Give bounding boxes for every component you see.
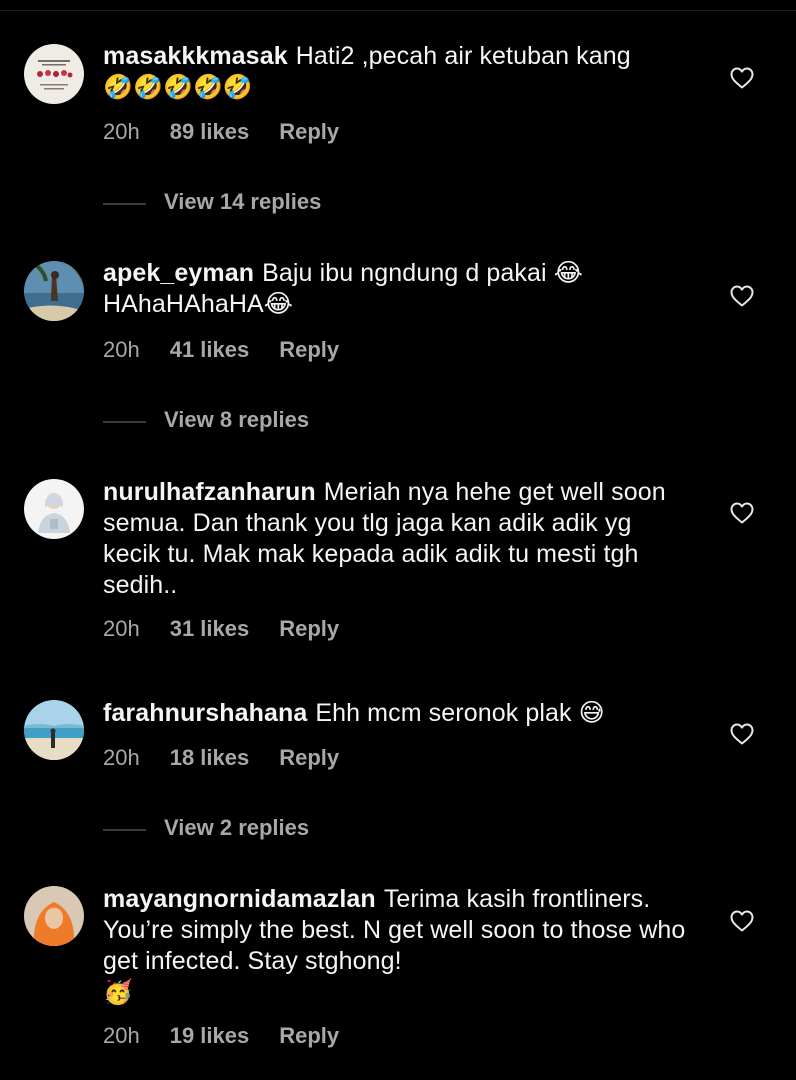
comment-emoji-line: 🥳 (103, 978, 133, 1006)
heart-outline-icon[interactable] (730, 910, 754, 932)
heart-outline-icon[interactable] (730, 723, 754, 745)
comment-text: Hati2 ,pecah air ketuban kang (295, 42, 631, 70)
heart-outline-icon[interactable] (730, 502, 754, 524)
replies-divider (103, 828, 146, 831)
reply-button[interactable]: Reply (279, 743, 339, 773)
avatar[interactable] (24, 700, 84, 760)
view-replies-label: View 14 replies (164, 189, 322, 214)
comment-body: nurulhafzanharun Meriah nya hehe get well… (103, 477, 693, 601)
comment-username[interactable]: nurulhafzanharun (103, 478, 316, 506)
comment-likes[interactable]: 89 likes (170, 117, 250, 147)
heart-outline-icon[interactable] (730, 67, 754, 89)
heart-outline-icon[interactable] (730, 285, 754, 307)
reply-button[interactable]: Reply (279, 335, 339, 365)
comment-time: 20h (103, 745, 140, 770)
reply-button[interactable]: Reply (279, 614, 339, 644)
view-replies-button[interactable]: View 14 replies (103, 187, 321, 217)
comment-meta: 20h 89 likes Reply (103, 117, 339, 147)
comment-body: apek_eyman Baju ibu ngndung d pakai 😂 HAh… (103, 258, 693, 320)
avatar[interactable] (24, 44, 84, 104)
comment-body: masakkkmasak Hati2 ,pecah air ketuban kan… (103, 41, 693, 103)
comment-likes[interactable]: 31 likes (170, 614, 250, 644)
comment-meta: 20h 18 likes Reply (103, 743, 339, 773)
comment-time: 20h (103, 119, 140, 144)
comment-time: 20h (103, 616, 140, 641)
replies-divider (103, 202, 146, 205)
comment-text: Ehh mcm seronok plak 😅 (315, 699, 605, 727)
reply-button[interactable]: Reply (279, 1021, 339, 1051)
avatar[interactable] (24, 886, 84, 946)
comment-meta: 20h 19 likes Reply (103, 1021, 339, 1051)
view-replies-button[interactable]: View 8 replies (103, 405, 309, 435)
replies-divider (103, 420, 146, 423)
avatar[interactable] (24, 261, 84, 321)
comment-meta: 20h 41 likes Reply (103, 335, 339, 365)
comment-meta: 20h 31 likes Reply (103, 614, 339, 644)
reply-button[interactable]: Reply (279, 117, 339, 147)
comment-likes[interactable]: 19 likes (170, 1021, 250, 1051)
view-replies-label: View 2 replies (164, 815, 310, 840)
comment-username[interactable]: farahnurshahana (103, 699, 307, 727)
top-divider (0, 10, 796, 11)
view-replies-label: View 8 replies (164, 407, 310, 432)
comment-username[interactable]: masakkkmasak (103, 42, 288, 70)
comment-username[interactable]: mayangnornidamazlan (103, 885, 376, 913)
comment-time: 20h (103, 1023, 140, 1048)
comment-username[interactable]: apek_eyman (103, 259, 254, 287)
comment-time: 20h (103, 337, 140, 362)
avatar[interactable] (24, 479, 84, 539)
comment-body: mayangnornidamazlan Terima kasih frontlin… (103, 884, 693, 1008)
comment-emoji-line: 🤣🤣🤣🤣🤣 (103, 73, 253, 101)
comment-likes[interactable]: 18 likes (170, 743, 250, 773)
comment-likes[interactable]: 41 likes (170, 335, 250, 365)
view-replies-button[interactable]: View 2 replies (103, 813, 309, 843)
comment-body: farahnurshahana Ehh mcm seronok plak 😅 (103, 698, 693, 729)
